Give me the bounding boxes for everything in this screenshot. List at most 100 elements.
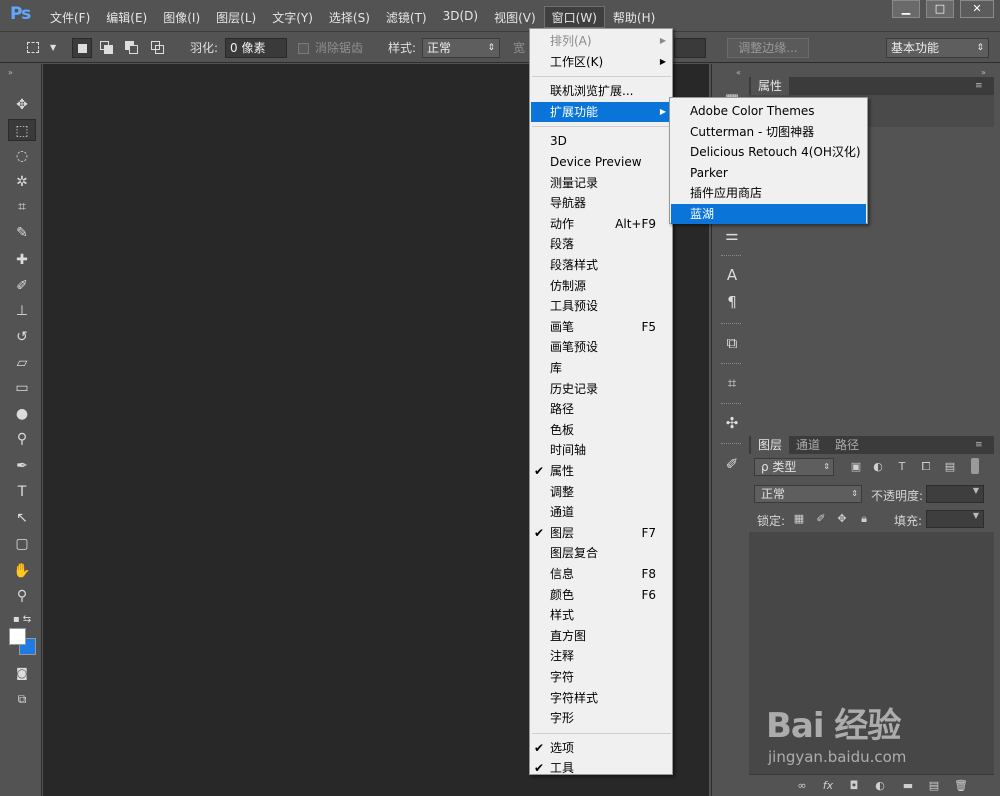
eyedropper-tool-icon[interactable]: ✎ bbox=[8, 222, 36, 244]
pen-tool-icon[interactable]: ✒ bbox=[8, 455, 36, 477]
smart-object-filter-icon[interactable]: ▤ bbox=[943, 460, 957, 474]
crop-panel-icon[interactable]: ⌗ bbox=[720, 372, 744, 394]
maximize-button[interactable]: □ bbox=[926, 0, 954, 18]
extension-menu-item[interactable]: Cutterman - 切图神器 bbox=[671, 122, 866, 142]
marquee-tool-preset-icon[interactable] bbox=[24, 38, 44, 58]
add-mask-icon[interactable]: ◘ bbox=[847, 779, 861, 793]
window-menu-item[interactable]: 字符 bbox=[531, 667, 672, 687]
panel-grip[interactable] bbox=[721, 255, 741, 257]
extension-panel-icon[interactable]: ✣ bbox=[720, 412, 744, 434]
adjustments-panel-icon[interactable]: ⚌ bbox=[720, 224, 744, 246]
hand-tool-icon[interactable]: ✋ bbox=[8, 560, 36, 582]
character-panel-icon[interactable]: A bbox=[720, 264, 744, 286]
clone-stamp-tool-icon[interactable]: ⊥ bbox=[8, 300, 36, 322]
window-menu-item[interactable]: 选项 ✔ bbox=[531, 738, 672, 758]
feather-input[interactable]: 0 像素 bbox=[225, 38, 287, 58]
panel-grip[interactable] bbox=[721, 403, 741, 405]
tab-layers[interactable]: 图层 bbox=[751, 436, 790, 454]
menu-item[interactable]: 帮助(H) bbox=[605, 6, 663, 28]
layer-filter-select[interactable]: ρ 类型 ⇕ bbox=[754, 458, 834, 476]
window-menu-item[interactable]: 图层复合 bbox=[531, 543, 672, 563]
window-menu-item[interactable]: 通道 bbox=[531, 502, 672, 522]
paragraph-panel-icon[interactable]: ¶ bbox=[720, 291, 744, 313]
lasso-tool-icon[interactable]: ◌ bbox=[8, 145, 36, 167]
tool-preset-dropdown-icon[interactable]: ▼ bbox=[50, 33, 56, 63]
layer-style-icon[interactable]: fx bbox=[821, 779, 835, 793]
tab-properties[interactable]: 属性 bbox=[751, 77, 790, 95]
window-menu-item[interactable]: 库 bbox=[531, 358, 672, 378]
panel-grip[interactable] bbox=[721, 443, 741, 445]
minimize-button[interactable]: ▁ bbox=[892, 0, 920, 18]
lock-image-icon[interactable]: ✐ bbox=[814, 512, 828, 526]
window-menu-item[interactable]: 色板 bbox=[531, 420, 672, 440]
window-menu-item[interactable]: 样式 bbox=[531, 605, 672, 625]
marquee-tool-icon[interactable]: ⬚ bbox=[8, 119, 36, 141]
quick-mask-icon[interactable]: ◙ bbox=[8, 662, 36, 684]
window-menu-item[interactable]: 测量记录 bbox=[531, 173, 672, 193]
blur-tool-icon[interactable]: ● bbox=[8, 403, 36, 425]
style-select[interactable]: 正常 ⇕ bbox=[422, 38, 500, 58]
intersect-selection-icon[interactable] bbox=[148, 38, 168, 58]
lock-all-icon[interactable]: 🔒︎ bbox=[857, 512, 871, 526]
window-menu-item[interactable]: 联机浏览扩展... bbox=[531, 81, 672, 101]
tab-channels[interactable]: 通道 bbox=[789, 436, 827, 454]
menu-item[interactable]: 窗口(W) bbox=[543, 6, 605, 28]
filter-toggle-icon[interactable] bbox=[971, 458, 979, 474]
menu-item[interactable]: 图层(L) bbox=[208, 6, 264, 28]
subtract-from-selection-icon[interactable] bbox=[122, 38, 142, 58]
window-menu-item[interactable]: 字形 bbox=[531, 708, 672, 728]
shape-filter-icon[interactable]: ⧠ bbox=[919, 460, 933, 474]
clone-source-panel-icon[interactable]: ⧉ bbox=[720, 332, 744, 354]
extension-menu-item[interactable]: Delicious Retouch 4(OH汉化) bbox=[671, 142, 866, 162]
crop-tool-icon[interactable]: ⌗ bbox=[8, 196, 36, 218]
tab-paths[interactable]: 路径 bbox=[828, 436, 866, 454]
zoom-tool-icon[interactable]: ⚲ bbox=[8, 585, 36, 607]
window-menu-item[interactable]: 仿制源 bbox=[531, 276, 672, 296]
window-menu-item[interactable]: 段落 bbox=[531, 234, 672, 254]
panel-grip[interactable] bbox=[721, 363, 741, 365]
window-menu-item[interactable]: 画笔预设 bbox=[531, 337, 672, 357]
window-menu-item[interactable]: 路径 bbox=[531, 399, 672, 419]
adjustment-layer-icon[interactable]: ◐ bbox=[873, 779, 887, 793]
collapse-arrows-icon[interactable]: « bbox=[736, 58, 741, 88]
menu-item[interactable]: 文件(F) bbox=[42, 6, 98, 28]
type-tool-icon[interactable]: T bbox=[8, 481, 36, 503]
delete-layer-icon[interactable]: 🗑︎ bbox=[954, 779, 968, 793]
menu-item[interactable]: 视图(V) bbox=[486, 6, 544, 28]
window-menu-item[interactable]: 字符样式 bbox=[531, 688, 672, 708]
eraser-tool-icon[interactable]: ▱ bbox=[8, 352, 36, 374]
workspace-select[interactable]: 基本功能 ⇕ bbox=[886, 38, 989, 58]
gradient-tool-icon[interactable]: ▭ bbox=[8, 377, 36, 399]
move-tool-icon[interactable]: ✥ bbox=[8, 94, 36, 116]
panel-grip[interactable] bbox=[721, 323, 741, 325]
window-menu-item[interactable]: 导航器 bbox=[531, 193, 672, 213]
history-brush-tool-icon[interactable]: ↺ bbox=[8, 326, 36, 348]
pixel-filter-icon[interactable]: ▣ bbox=[849, 460, 863, 474]
brush-panel-icon[interactable]: ✐ bbox=[720, 453, 744, 475]
foreground-color-swatch[interactable] bbox=[9, 628, 26, 645]
menu-item[interactable]: 文字(Y) bbox=[264, 6, 321, 28]
extension-menu-item[interactable]: 插件应用商店 bbox=[671, 183, 866, 203]
window-menu-item[interactable]: Device Preview bbox=[531, 152, 672, 172]
group-layers-icon[interactable]: ▬ bbox=[901, 779, 915, 793]
window-menu-item[interactable]: 信息 F8 bbox=[531, 564, 672, 584]
fill-input[interactable]: ▼ bbox=[926, 510, 984, 528]
extension-menu-item[interactable]: Adobe Color Themes bbox=[671, 101, 866, 121]
menu-item[interactable]: 图像(I) bbox=[155, 6, 208, 28]
menu-item[interactable]: 选择(S) bbox=[321, 6, 378, 28]
window-menu-item[interactable]: 画笔 F5 bbox=[531, 317, 672, 337]
close-button[interactable]: ✕ bbox=[960, 0, 994, 18]
window-menu-item[interactable]: 属性 ✔ bbox=[531, 461, 672, 481]
window-menu-item[interactable]: 颜色 F6 bbox=[531, 585, 672, 605]
window-menu-item[interactable]: 注释 bbox=[531, 646, 672, 666]
new-selection-icon[interactable] bbox=[72, 38, 92, 58]
window-menu-item[interactable]: 工具 ✔ bbox=[531, 758, 672, 778]
window-menu-item[interactable]: 段落样式 bbox=[531, 255, 672, 275]
path-selection-tool-icon[interactable]: ↖ bbox=[8, 507, 36, 529]
menu-item[interactable]: 编辑(E) bbox=[98, 6, 155, 28]
dodge-tool-icon[interactable]: ⚲ bbox=[8, 428, 36, 450]
lock-position-icon[interactable]: ✥ bbox=[835, 512, 849, 526]
shape-tool-icon[interactable]: ▢ bbox=[8, 533, 36, 555]
new-layer-icon[interactable]: ▤ bbox=[927, 779, 941, 793]
brush-tool-icon[interactable]: ✐ bbox=[8, 275, 36, 297]
